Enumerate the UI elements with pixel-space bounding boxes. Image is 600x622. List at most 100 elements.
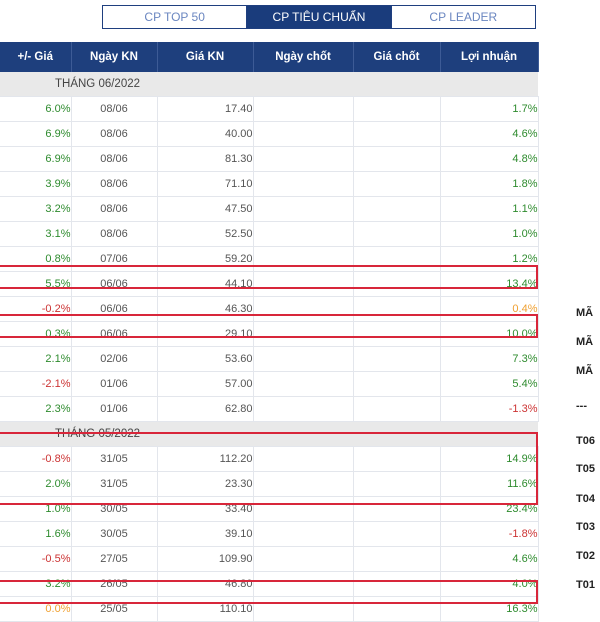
close-date-cell	[253, 221, 354, 247]
change-cell: 5.5%	[0, 271, 72, 297]
buy-date-cell: 27/05	[71, 546, 158, 572]
change-cell: 1.6%	[0, 521, 72, 547]
column-header-buy-price[interactable]: Giá KN	[157, 42, 254, 72]
table-row[interactable]: 0.8% 07/06 59.20 1.2%	[0, 246, 539, 272]
profit-cell: 4.6%	[440, 546, 539, 572]
table-row[interactable]: 1.0% 30/05 33.40 23.4%	[0, 496, 539, 522]
side-label: T06	[576, 435, 595, 447]
table-row[interactable]: 2.3% 01/06 62.80 -1.3%	[0, 396, 539, 422]
table-row[interactable]: 2.1% 02/06 53.60 7.3%	[0, 346, 539, 372]
table-row[interactable]: 3.2% 26/05 46.80 4.0%	[0, 571, 539, 597]
side-label: T03	[576, 521, 595, 533]
table-row[interactable]: -0.8% 31/05 112.20 14.9%	[0, 446, 539, 472]
table-body: THÁNG 06/2022 6.0% 08/06 17.40 1.7% 6.9% 08/06…	[0, 72, 539, 622]
close-date-cell	[253, 546, 354, 572]
close-price-cell	[353, 396, 441, 422]
profit-cell: 10.0%	[440, 321, 539, 347]
buy-date-cell: 08/06	[71, 121, 158, 147]
buy-date-cell: 06/06	[71, 321, 158, 347]
profit-cell: 1.0%	[440, 221, 539, 247]
table-row[interactable]: -0.5% 27/05 109.90 4.6%	[0, 546, 539, 572]
buy-date-cell: 25/05	[71, 596, 158, 622]
buy-price-cell: 59.20	[157, 246, 254, 272]
close-date-cell	[253, 396, 354, 422]
tab-cp-leader[interactable]: CP LEADER	[390, 6, 535, 28]
close-date-cell	[253, 196, 354, 222]
table-header-row: +/- Giá Ngày KN Giá KN Ngày chốt Giá chố…	[0, 42, 539, 72]
side-label: ---	[576, 400, 587, 412]
side-label: MÃ	[576, 365, 594, 377]
buy-price-cell: 110.10	[157, 596, 254, 622]
buy-price-cell: 46.30	[157, 296, 254, 322]
month-label: THÁNG 05/2022	[0, 421, 157, 447]
buy-price-cell: 109.90	[157, 546, 254, 572]
buy-price-cell: 17.40	[157, 96, 254, 122]
table-row[interactable]: 0.3% 06/06 29.10 10.0%	[0, 321, 539, 347]
side-label: T04	[576, 493, 595, 505]
close-price-cell	[353, 121, 441, 147]
close-date-cell	[253, 571, 354, 597]
change-cell: 3.2%	[0, 196, 72, 222]
table-row[interactable]: 6.9% 08/06 81.30 4.8%	[0, 146, 539, 172]
close-price-cell	[353, 496, 441, 522]
close-price-cell	[353, 346, 441, 372]
change-cell: 6.9%	[0, 146, 72, 172]
month-label: THÁNG 06/2022	[0, 72, 157, 97]
table-row[interactable]: 0.0% 25/05 110.10 16.3%	[0, 596, 539, 622]
table-row[interactable]: 6.9% 08/06 40.00 4.6%	[0, 121, 539, 147]
buy-date-cell: 26/05	[71, 571, 158, 597]
buy-price-cell: 46.80	[157, 571, 254, 597]
close-price-cell	[353, 221, 441, 247]
profit-cell: 14.9%	[440, 446, 539, 472]
column-header-profit[interactable]: Lợi nhuận	[440, 42, 539, 72]
close-price-cell	[353, 571, 441, 597]
buy-date-cell: 06/06	[71, 271, 158, 297]
change-cell: -0.5%	[0, 546, 72, 572]
column-header-change[interactable]: +/- Giá	[0, 42, 72, 72]
table-row[interactable]: 5.5% 06/06 44.10 13.4%	[0, 271, 539, 297]
table-row[interactable]: 3.2% 08/06 47.50 1.1%	[0, 196, 539, 222]
buy-date-cell: 08/06	[71, 146, 158, 172]
close-date-cell	[253, 296, 354, 322]
profit-cell: 4.0%	[440, 571, 539, 597]
buy-price-cell: 39.10	[157, 521, 254, 547]
close-price-cell	[353, 446, 441, 472]
change-cell: 2.1%	[0, 346, 72, 372]
table-row[interactable]: 3.9% 08/06 71.10 1.8%	[0, 171, 539, 197]
close-price-cell	[353, 471, 441, 497]
profit-cell: 1.8%	[440, 171, 539, 197]
change-cell: 6.0%	[0, 96, 72, 122]
table-row[interactable]: -2.1% 01/06 57.00 5.4%	[0, 371, 539, 397]
close-price-cell	[353, 96, 441, 122]
month-group-row: THÁNG 06/2022	[0, 72, 538, 97]
month-group-row: THÁNG 05/2022	[0, 421, 538, 447]
buy-date-cell: 02/06	[71, 346, 158, 372]
buy-date-cell: 08/06	[71, 196, 158, 222]
table-row[interactable]: 2.0% 31/05 23.30 11.6%	[0, 471, 539, 497]
table-row[interactable]: 3.1% 08/06 52.50 1.0%	[0, 221, 539, 247]
profit-cell: 16.3%	[440, 596, 539, 622]
change-cell: -0.2%	[0, 296, 72, 322]
buy-date-cell: 31/05	[71, 471, 158, 497]
column-header-close-date[interactable]: Ngày chốt	[253, 42, 354, 72]
buy-date-cell: 31/05	[71, 446, 158, 472]
close-price-cell	[353, 246, 441, 272]
side-label: T05	[576, 463, 595, 475]
month-row-filler	[157, 72, 538, 97]
close-date-cell	[253, 171, 354, 197]
tab-cp-top-50[interactable]: CP TOP 50	[103, 6, 247, 28]
profit-cell: 13.4%	[440, 271, 539, 297]
buy-price-cell: 23.30	[157, 471, 254, 497]
column-header-close-price[interactable]: Giá chốt	[353, 42, 441, 72]
profit-cell: 7.3%	[440, 346, 539, 372]
side-label: T01	[576, 579, 595, 591]
close-price-cell	[353, 596, 441, 622]
buy-price-cell: 44.10	[157, 271, 254, 297]
column-header-buy-date[interactable]: Ngày KN	[71, 42, 158, 72]
table-row[interactable]: -0.2% 06/06 46.30 0.4%	[0, 296, 539, 322]
profit-cell: 1.2%	[440, 246, 539, 272]
table-row[interactable]: 6.0% 08/06 17.40 1.7%	[0, 96, 539, 122]
change-cell: 6.9%	[0, 121, 72, 147]
table-row[interactable]: 1.6% 30/05 39.10 -1.8%	[0, 521, 539, 547]
tab-cp-tieu-chuan[interactable]: CP TIÊU CHUẨN	[246, 6, 391, 28]
